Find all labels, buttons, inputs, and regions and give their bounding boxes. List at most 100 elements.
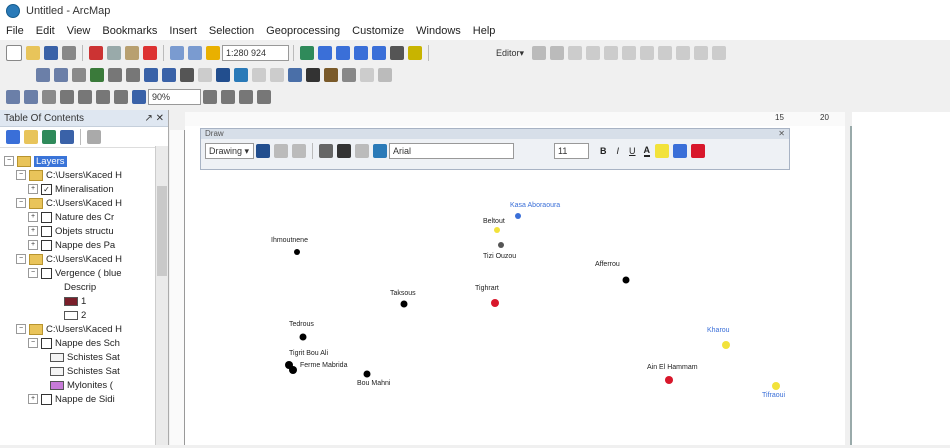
- zoom-out-icon[interactable]: [54, 68, 68, 82]
- delete-icon[interactable]: [143, 46, 157, 60]
- toc-scrollbar[interactable]: [155, 146, 168, 445]
- rotate-icon[interactable]: [274, 144, 288, 158]
- menu-customize[interactable]: Customize: [346, 25, 410, 37]
- toc-group-2[interactable]: − C:\Users\Kaced H: [16, 196, 122, 210]
- select-elements-arrow-icon[interactable]: [256, 144, 270, 158]
- sketch-properties-icon[interactable]: [694, 46, 708, 60]
- list-by-source-icon[interactable]: [24, 130, 38, 144]
- new-text-icon[interactable]: [337, 144, 351, 158]
- layout-fixed-zoom-in-icon[interactable]: [96, 90, 110, 104]
- add-data-icon[interactable]: [206, 46, 220, 60]
- straight-segment-icon[interactable]: [568, 46, 582, 60]
- menu-selection[interactable]: Selection: [203, 25, 260, 37]
- change-layout-icon[interactable]: [239, 90, 253, 104]
- zoom-whole-page-icon[interactable]: [60, 90, 74, 104]
- cut-icon[interactable]: [89, 46, 103, 60]
- endpoint-arc-icon[interactable]: [586, 46, 600, 60]
- menu-help[interactable]: Help: [467, 25, 502, 37]
- map-point[interactable]: [494, 227, 500, 233]
- toc-layer-mineralisation[interactable]: + ✓ Mineralisation: [28, 182, 114, 196]
- toc-layer-objets[interactable]: + Objets structu: [28, 224, 114, 238]
- map-point[interactable]: [515, 213, 521, 219]
- map-point[interactable]: [400, 300, 408, 308]
- zoom-100-icon[interactable]: [78, 90, 92, 104]
- trace-icon[interactable]: [604, 46, 618, 60]
- toc-legend-mylonites[interactable]: Mylonites (: [50, 378, 113, 392]
- layout-zoom-combo[interactable]: 90%: [148, 89, 201, 105]
- map-point[interactable]: [772, 382, 780, 390]
- print-icon[interactable]: [62, 46, 76, 60]
- marker-color-icon[interactable]: [691, 144, 706, 158]
- edit-vertices-icon[interactable]: [355, 144, 369, 158]
- full-extent-icon[interactable]: [90, 68, 104, 82]
- menu-windows[interactable]: Windows: [410, 25, 467, 37]
- edit-tool-icon[interactable]: [532, 46, 546, 60]
- point-icon[interactable]: [622, 46, 636, 60]
- toc-layer-vergence[interactable]: − Vergence ( blue: [28, 266, 122, 280]
- bold-button[interactable]: B: [600, 146, 607, 156]
- toc-legend-1[interactable]: 1: [64, 294, 86, 308]
- new-rectangle-icon[interactable]: [319, 144, 333, 158]
- data-driven-pages-icon[interactable]: [257, 90, 271, 104]
- line-color-icon[interactable]: [673, 144, 688, 158]
- map-point[interactable]: [491, 299, 499, 307]
- toc-group-4[interactable]: − C:\Users\Kaced H: [16, 322, 122, 336]
- menu-file[interactable]: File: [0, 25, 30, 37]
- editor-menu[interactable]: Editor▾: [493, 46, 530, 60]
- zoom-to-selected-icon[interactable]: [292, 144, 306, 158]
- catalog-icon[interactable]: [336, 46, 350, 60]
- zoom-in-icon[interactable]: [36, 68, 50, 82]
- hyperlink-icon[interactable]: [252, 68, 266, 82]
- edit-annotation-icon[interactable]: [550, 46, 564, 60]
- select-elements-icon[interactable]: [216, 68, 230, 82]
- map-canvas[interactable]: Ihmoutnene Kasa Aboraoura Beltout Tizi Ouzo…: [185, 170, 845, 445]
- font-name-combo[interactable]: Arial: [389, 143, 514, 159]
- font-size-combo[interactable]: 11: [554, 143, 589, 159]
- focus-data-frame-icon[interactable]: [221, 90, 235, 104]
- map-scale-input[interactable]: 1:280 924: [222, 45, 289, 61]
- toggle-draft-mode-icon[interactable]: [203, 90, 217, 104]
- redo-icon[interactable]: [188, 46, 202, 60]
- measure-icon[interactable]: [288, 68, 302, 82]
- table-of-contents-icon[interactable]: [318, 46, 332, 60]
- select-features-icon[interactable]: [180, 68, 194, 82]
- list-by-selection-icon[interactable]: [60, 130, 74, 144]
- toc-group-1[interactable]: − C:\Users\Kaced H: [16, 168, 122, 182]
- find-route-icon[interactable]: [324, 68, 338, 82]
- toc-layer-nappe-sidi[interactable]: + Nappe de Sidi: [28, 392, 115, 406]
- menu-bookmarks[interactable]: Bookmarks: [96, 25, 163, 37]
- menu-insert[interactable]: Insert: [163, 25, 203, 37]
- underline-button[interactable]: U: [629, 146, 636, 156]
- map-point[interactable]: [294, 249, 300, 255]
- toc-legend-schistes-1[interactable]: Schistes Sat: [50, 350, 120, 364]
- list-by-drawing-order-icon[interactable]: [6, 130, 20, 144]
- forward-extent-icon[interactable]: [162, 68, 176, 82]
- list-by-visibility-icon[interactable]: [42, 130, 56, 144]
- model-builder-icon[interactable]: [408, 46, 422, 60]
- back-extent-icon[interactable]: [144, 68, 158, 82]
- map-point[interactable]: [722, 341, 730, 349]
- clear-selection-icon[interactable]: [198, 68, 212, 82]
- menu-view[interactable]: View: [61, 25, 97, 37]
- text-symbol-icon[interactable]: [373, 144, 387, 158]
- fixed-zoom-in-icon[interactable]: [108, 68, 122, 82]
- map-point[interactable]: [299, 333, 307, 341]
- map-point[interactable]: [363, 370, 371, 378]
- new-document-icon[interactable]: [6, 45, 22, 61]
- create-viewer-icon[interactable]: [378, 68, 392, 82]
- arctoolbox-icon[interactable]: [372, 46, 386, 60]
- menu-edit[interactable]: Edit: [30, 25, 61, 37]
- map-point[interactable]: [289, 366, 297, 374]
- paste-icon[interactable]: [125, 46, 139, 60]
- toc-legend-schistes-2[interactable]: Schistes Sat: [50, 364, 120, 378]
- layout-fixed-zoom-out-icon[interactable]: [114, 90, 128, 104]
- open-folder-icon[interactable]: [26, 46, 40, 60]
- search-window-icon[interactable]: [354, 46, 368, 60]
- menu-geoprocessing[interactable]: Geoprocessing: [260, 25, 346, 37]
- undo-icon[interactable]: [170, 46, 184, 60]
- layout-pan-icon[interactable]: [42, 90, 56, 104]
- toc-pin-close-icon[interactable]: ↗ ✕: [144, 113, 164, 124]
- python-icon[interactable]: [390, 46, 404, 60]
- create-features-icon[interactable]: [712, 46, 726, 60]
- map-point[interactable]: [665, 376, 673, 384]
